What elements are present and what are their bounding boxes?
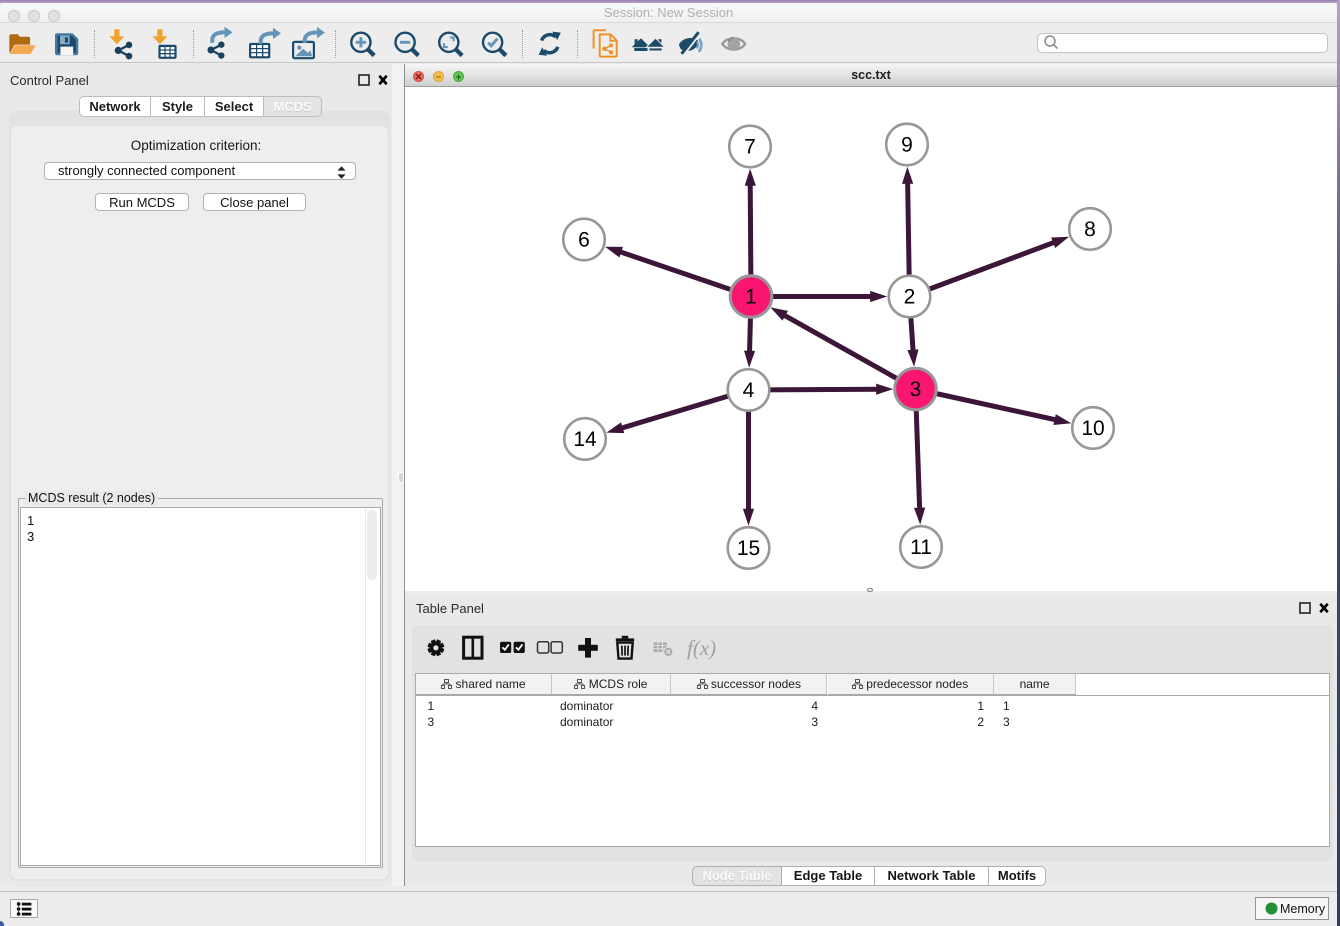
svg-text:7: 7 xyxy=(744,136,756,159)
svg-text:8: 8 xyxy=(1084,218,1096,241)
svg-text:2: 2 xyxy=(904,286,916,309)
svg-text:4: 4 xyxy=(743,379,755,402)
svg-text:10: 10 xyxy=(1081,417,1104,440)
svg-text:9: 9 xyxy=(901,134,913,157)
svg-text:15: 15 xyxy=(737,537,760,560)
svg-text:1: 1 xyxy=(745,286,757,309)
svg-text:3: 3 xyxy=(910,378,922,401)
svg-text:14: 14 xyxy=(573,428,597,451)
svg-text:11: 11 xyxy=(910,536,932,559)
svg-text:f(x): f(x) xyxy=(687,636,716,660)
svg-text:6: 6 xyxy=(578,229,590,252)
